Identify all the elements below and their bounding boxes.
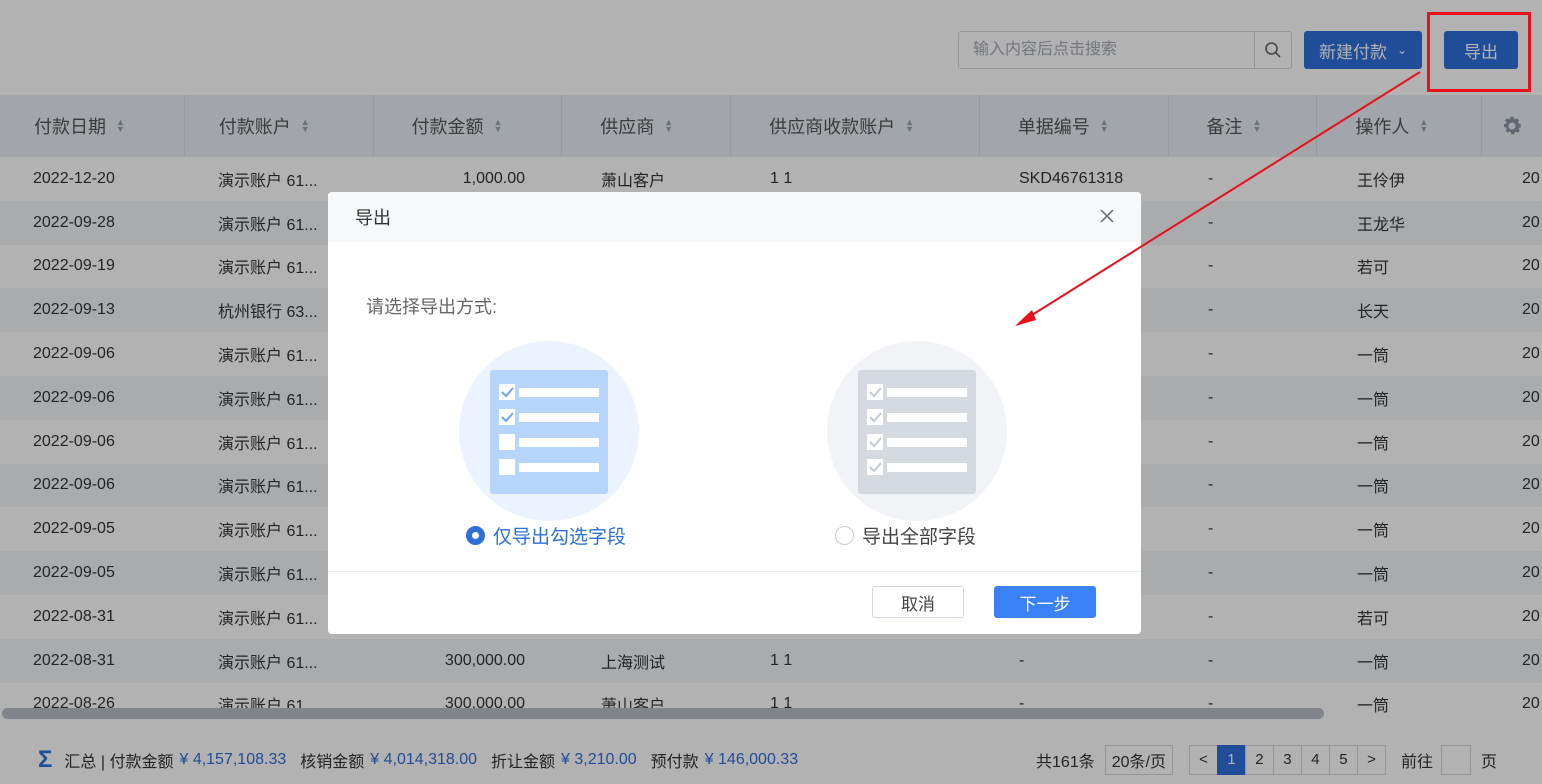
- next-step-button[interactable]: 下一步: [994, 586, 1096, 618]
- radio-row-selected[interactable]: 仅导出勾选字段: [466, 522, 626, 549]
- cancel-button[interactable]: 取消: [872, 586, 964, 618]
- option-selected-label: 仅导出勾选字段: [493, 527, 627, 548]
- dialog-close-button[interactable]: [1095, 204, 1119, 228]
- export-mode-prompt: 请选择导出方式:: [366, 297, 498, 317]
- dialog-divider: [328, 571, 1141, 572]
- option-all-fields[interactable]: 导出全部字段: [818, 340, 1098, 550]
- radio-checked-icon[interactable]: [466, 526, 485, 545]
- option-all-label: 导出全部字段: [862, 527, 977, 548]
- export-dialog: 导出 请选择导出方式: 仅导出勾选字段 导出全部字段 取消 下一步: [328, 192, 1141, 634]
- checked-fields-illustration: [459, 341, 639, 521]
- dialog-title: 导出: [355, 208, 391, 228]
- option-selected-fields[interactable]: 仅导出勾选字段: [450, 340, 730, 550]
- radio-row-all[interactable]: 导出全部字段: [835, 522, 976, 549]
- all-fields-illustration: [827, 341, 1007, 521]
- dialog-header: 导出: [328, 192, 1141, 242]
- annotation-highlight-box: [1427, 12, 1531, 92]
- radio-unchecked-icon[interactable]: [835, 526, 854, 545]
- close-icon: [1100, 209, 1114, 223]
